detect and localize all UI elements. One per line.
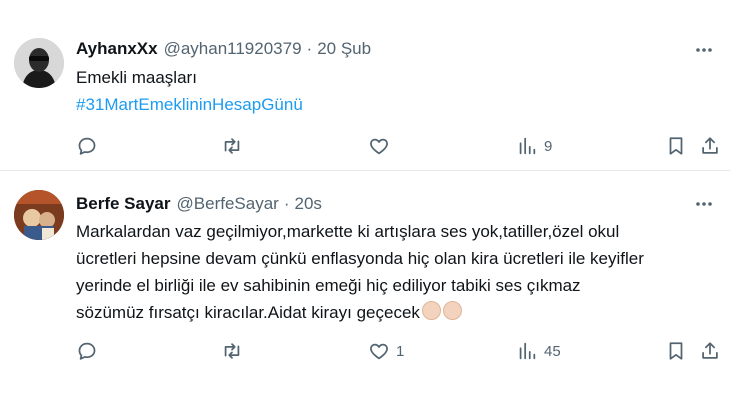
user-avatar-icon <box>14 190 64 240</box>
bookmark-icon <box>669 137 683 155</box>
post[interactable]: Berfe Sayar @BerfeSayar · 20s Markalarda… <box>0 171 730 420</box>
repost-icon <box>224 138 240 154</box>
like-button[interactable]: 1 <box>368 339 404 363</box>
post-text-line: Markalardan vaz geçilmiyor,markette ki a… <box>76 222 620 241</box>
views-chart-icon <box>519 137 536 155</box>
author-handle[interactable]: @ayhan11920379 <box>164 39 302 59</box>
post-text-line: ücretleri hepsine devam çünkü enflasyond… <box>76 249 644 268</box>
views-count: 9 <box>544 137 553 155</box>
post-header: Berfe Sayar @BerfeSayar · 20s <box>76 192 322 216</box>
author-display-name[interactable]: AyhanxXx <box>76 39 158 59</box>
post-text-line: yerinde el birliği ile ev sahibinin emeğ… <box>76 276 581 295</box>
post-timestamp[interactable]: 20 Şub <box>317 39 371 59</box>
repost-button[interactable] <box>220 134 250 158</box>
more-options-button[interactable] <box>692 192 716 216</box>
post-text-line-last: sözümüz fırsatçı kiracılar.Aidat kirayı … <box>76 299 716 326</box>
bookmark-button[interactable] <box>665 134 687 158</box>
clapping-hands-icon <box>421 301 441 320</box>
post[interactable]: AyhanxXx @ayhan11920379 · 20 Şub Emekli … <box>0 0 730 170</box>
post-text-line: Emekli maaşları <box>76 68 197 87</box>
like-button[interactable] <box>368 134 396 158</box>
reply-button[interactable] <box>76 134 104 158</box>
reply-button[interactable] <box>76 339 104 363</box>
bookmark-button[interactable] <box>665 339 687 363</box>
share-button[interactable] <box>699 339 721 363</box>
reply-icon <box>78 342 96 360</box>
post-text-line: sözümüz fırsatçı kiracılar.Aidat kirayı … <box>76 303 420 322</box>
post-actions: 9 <box>76 134 724 158</box>
timeline-feed: AyhanxXx @ayhan11920379 · 20 Şub Emekli … <box>0 0 730 420</box>
post-timestamp[interactable]: 20s <box>295 194 322 214</box>
views-chart-icon <box>519 342 536 360</box>
repost-button[interactable] <box>220 339 250 363</box>
repost-icon <box>224 343 240 359</box>
views-button[interactable]: 9 <box>516 134 552 158</box>
heart-icon <box>370 343 388 360</box>
post-header: AyhanxXx @ayhan11920379 · 20 Şub <box>76 37 371 61</box>
user-avatar-icon <box>14 38 64 88</box>
bookmark-icon <box>669 342 683 360</box>
post-text: Markalardan vaz geçilmiyor,markette ki a… <box>76 218 716 326</box>
post-actions: 1 45 <box>76 339 724 363</box>
heart-icon <box>370 138 388 155</box>
like-count: 1 <box>396 342 405 360</box>
more-options-button[interactable] <box>692 38 716 62</box>
avatar[interactable] <box>14 38 64 88</box>
views-count: 45 <box>544 342 561 360</box>
avatar[interactable] <box>14 190 64 240</box>
share-icon <box>702 137 718 154</box>
more-horizontal-icon <box>696 48 712 52</box>
clapping-hands-icon <box>442 301 462 320</box>
author-display-name[interactable]: Berfe Sayar <box>76 194 171 214</box>
author-handle[interactable]: @BerfeSayar <box>177 194 279 214</box>
share-button[interactable] <box>699 134 721 158</box>
hashtag-link[interactable]: #31MartEmeklininHesapGünü <box>76 91 716 118</box>
share-icon <box>702 342 718 359</box>
reply-icon <box>78 137 96 155</box>
separator-dot: · <box>306 39 313 58</box>
post-text: Emekli maaşları #31MartEmeklininHesapGün… <box>76 64 716 118</box>
separator-dot: · <box>283 194 290 213</box>
more-horizontal-icon <box>696 202 712 206</box>
views-button[interactable]: 45 <box>516 339 561 363</box>
